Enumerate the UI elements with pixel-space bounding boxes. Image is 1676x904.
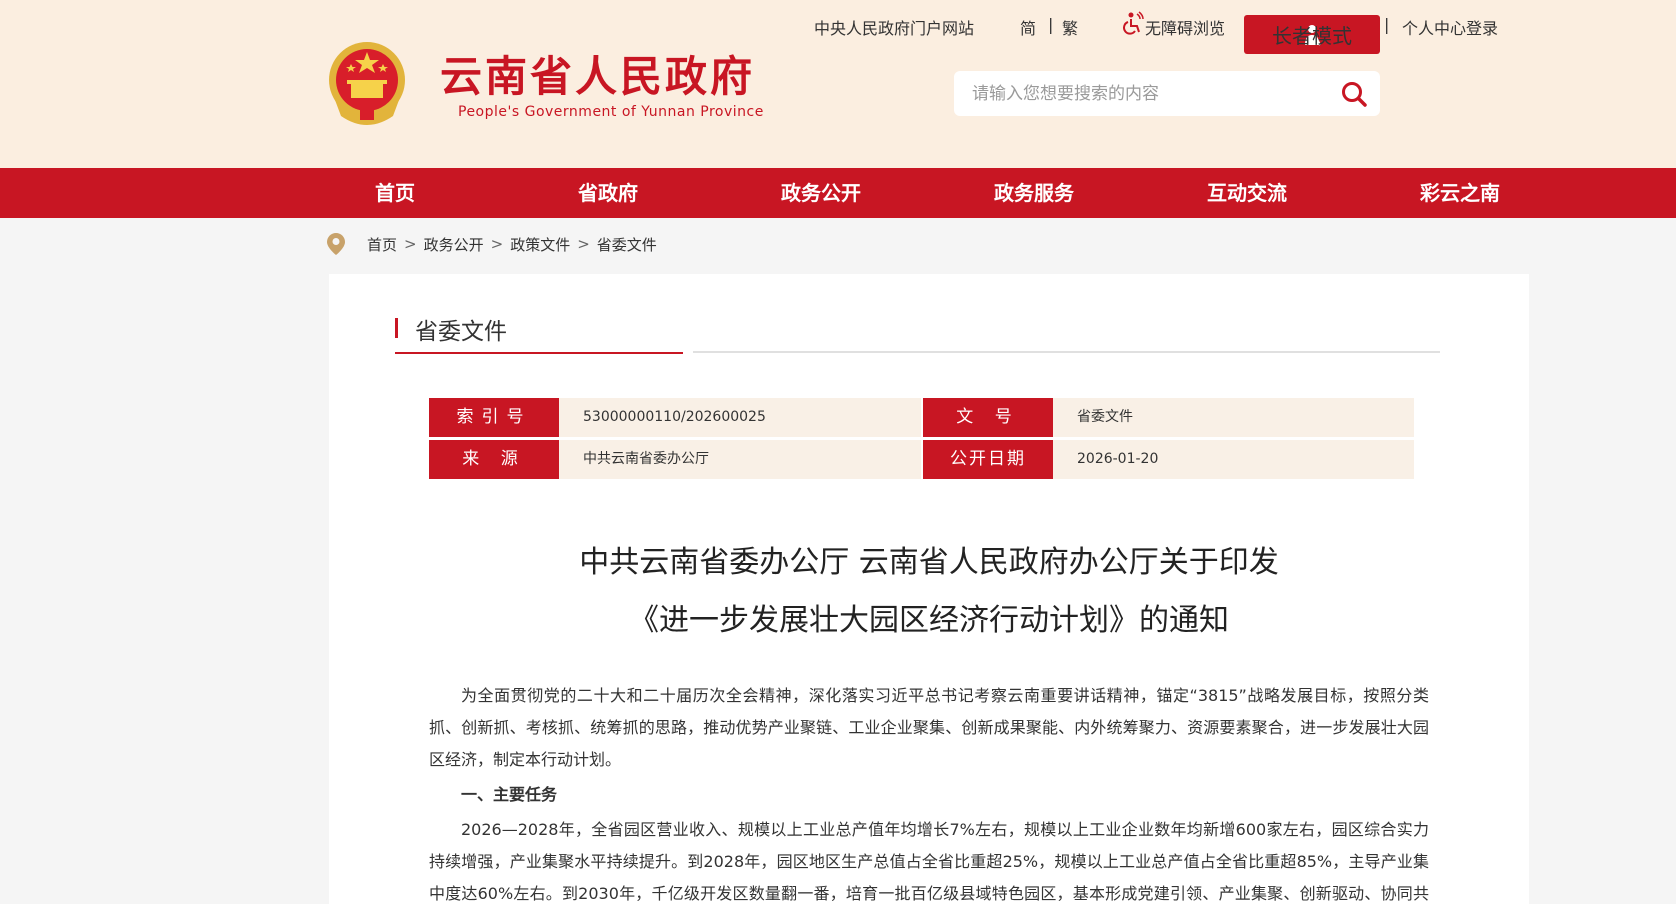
meta-row: 来 源 中共云南省委办公厅 公开日期 2026-01-20 [429,440,1414,479]
document-number-value: 省委文件 [1053,398,1414,437]
section-underline [395,352,683,354]
breadcrumb-government-affairs[interactable]: 政务公开 [424,234,484,255]
meta-row: 索引号 53000000110/202600025 文 号 省委文件 [429,398,1414,437]
article-heading: 一、主要任务 [461,785,558,804]
national-emblem-icon [329,42,405,125]
breadcrumb-policy-documents[interactable]: 政策文件 [510,234,570,255]
nav-item-home[interactable]: 首页 [325,168,465,218]
section-accent-bar [395,318,398,338]
site-header: 云南省人民政府 People's Government of Yunnan Pr… [0,0,1676,168]
publish-date-value: 2026-01-20 [1053,440,1414,479]
section-title: 省委文件 [415,319,507,345]
top-links: 中央人民政府门户网站 简 | 繁 无障碍浏览 长者模式 | 个人中心登录 [0,10,1676,54]
nav-item-interaction[interactable]: 互动交流 [1177,168,1317,218]
source-value: 中共云南省委办公厅 [559,440,921,479]
article-title-line: 中共云南省委办公厅 云南省人民政府办公厅关于印发 [579,545,1279,580]
source-label: 来 源 [429,440,559,479]
divider: | [1384,15,1390,34]
section-header: 省委文件 [395,304,1395,352]
breadcrumb-separator: > [577,235,590,253]
nav-item-provincial-government[interactable]: 省政府 [538,168,678,218]
search-box [954,71,1380,116]
document-number-label: 文 号 [923,398,1053,437]
elder-mode-label: 长者模式 [1272,24,1352,48]
location-pin-icon [327,233,345,255]
article-title: 中共云南省委办公厅 云南省人民政府办公厅关于印发 《进一步发展壮大园区经济行动计… [329,534,1529,650]
breadcrumb-separator: > [490,235,504,253]
user-login-link[interactable]: 个人中心登录 [1402,15,1498,39]
content-card: 省委文件 索引号 53000000110/202600025 文 号 省委文件 … [329,274,1529,904]
site-subtitle: People's Government of Yunnan Province [458,104,764,120]
article-title-line: 《进一步发展壮大园区经济行动计划》的通知 [629,603,1229,638]
traditional-chinese-link[interactable]: 繁 [1062,15,1078,39]
nav-item-government-affairs[interactable]: 政务公开 [751,168,891,218]
nav-item-colorful-yunnan[interactable]: 彩云之南 [1390,168,1530,218]
article-body: 为全面贯彻党的二十大和二十届历次全会精神，深化落实习近平总书记考察云南重要讲话精… [429,680,1429,904]
index-number-value: 53000000110/202600025 [559,398,921,437]
central-portal-link[interactable]: 中央人民政府门户网站 [814,15,974,39]
elder-mode-button[interactable]: 长者模式 [1244,15,1380,54]
breadcrumb-provincial-committee-documents[interactable]: 省委文件 [597,234,657,255]
accessibility-link[interactable]: 无障碍浏览 [1145,15,1225,39]
accessibility-icon [1122,11,1144,39]
publish-date-label: 公开日期 [923,440,1053,479]
search-icon[interactable] [1340,80,1368,108]
section-divider [693,351,1440,353]
divider: | [1048,15,1054,34]
simplified-chinese-link[interactable]: 简 [1020,15,1036,39]
article-paragraph: 为全面贯彻党的二十大和二十届历次全会精神，深化落实习近平总书记考察云南重要讲话精… [429,686,1429,769]
article-paragraph: 2026—2028年，全省园区营业收入、规模以上工业总产值年均增长7%左右，规模… [429,820,1429,903]
nav-item-government-services[interactable]: 政务服务 [964,168,1104,218]
breadcrumb: 首页 > 政务公开 > 政策文件 > 省委文件 [327,232,657,256]
breadcrumb-separator: > [404,235,417,253]
search-input[interactable] [972,71,1322,116]
breadcrumb-home[interactable]: 首页 [367,234,397,255]
site-title[interactable]: 云南省人民政府 [440,52,755,102]
main-nav: 首页 省政府 政务公开 政务服务 互动交流 彩云之南 [0,168,1676,218]
index-number-label: 索引号 [429,398,559,437]
